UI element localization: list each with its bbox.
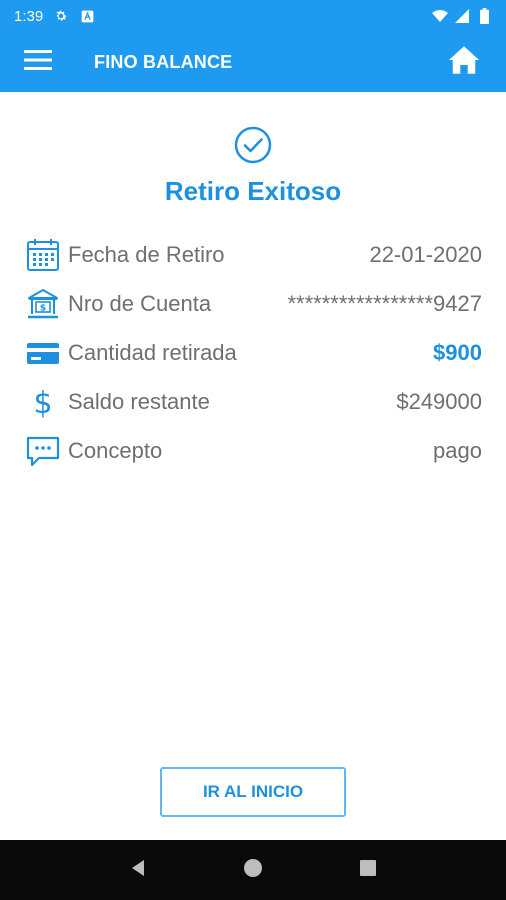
detail-label: Nro de Cuenta [68,290,212,316]
app-bar: FINO BALANCE [0,32,506,92]
detail-value: $900 [433,339,482,365]
detail-label: Fecha de Retiro [68,241,225,267]
battery-icon [476,8,492,24]
details-list: Fecha de Retiro 22-01-2020 $ Nro de Cuen… [24,230,482,475]
detail-row-account: $ Nro de Cuenta *****************9427 [24,279,482,328]
detail-label: Cantidad retirada [68,339,237,365]
nav-back-button[interactable] [118,850,158,890]
wifi-icon [432,8,448,24]
detail-label: Concepto [68,437,163,463]
detail-label: Saldo restante [68,388,210,414]
detail-value: $249000 [396,388,482,414]
go-home-button[interactable]: IR AL INICIO [160,767,346,817]
home-button[interactable] [434,32,494,92]
nav-home-button[interactable] [233,850,273,890]
menu-button[interactable] [0,32,76,92]
system-nav-bar [0,840,506,900]
detail-value: pago [433,437,482,463]
detail-row-concept: Concepto pago [24,426,482,475]
dollar-icon: $ [24,383,62,421]
svg-text:$: $ [33,386,52,420]
back-icon [128,858,148,883]
gear-icon [53,8,69,24]
check-circle-icon [234,126,272,164]
chat-bubble-icon [24,432,62,470]
calendar-icon [24,236,62,274]
status-bar: 1:39 [0,0,506,32]
detail-value: *****************9427 [287,290,483,316]
detail-row-balance: $ Saldo restante $249000 [24,377,482,426]
home-icon [449,45,479,79]
signal-icon [454,8,470,24]
app-title: FINO BALANCE [94,51,233,72]
a-notification-icon [79,8,95,24]
bank-icon: $ [24,285,62,323]
detail-row-amount: Cantidad retirada $900 [24,328,482,377]
svg-text:$: $ [40,303,46,313]
nav-recents-button[interactable] [348,850,388,890]
status-time: 1:39 [14,7,44,25]
recents-square-icon [359,859,377,882]
home-circle-icon [243,858,263,883]
credit-card-icon [24,334,62,372]
hamburger-menu-icon [24,49,52,76]
detail-row-date: Fecha de Retiro 22-01-2020 [24,230,482,279]
detail-value: 22-01-2020 [369,241,482,267]
main-content: Retiro Exitoso Fecha de Retiro 22-01-202… [0,92,506,840]
success-title: Retiro Exitoso [164,176,342,206]
